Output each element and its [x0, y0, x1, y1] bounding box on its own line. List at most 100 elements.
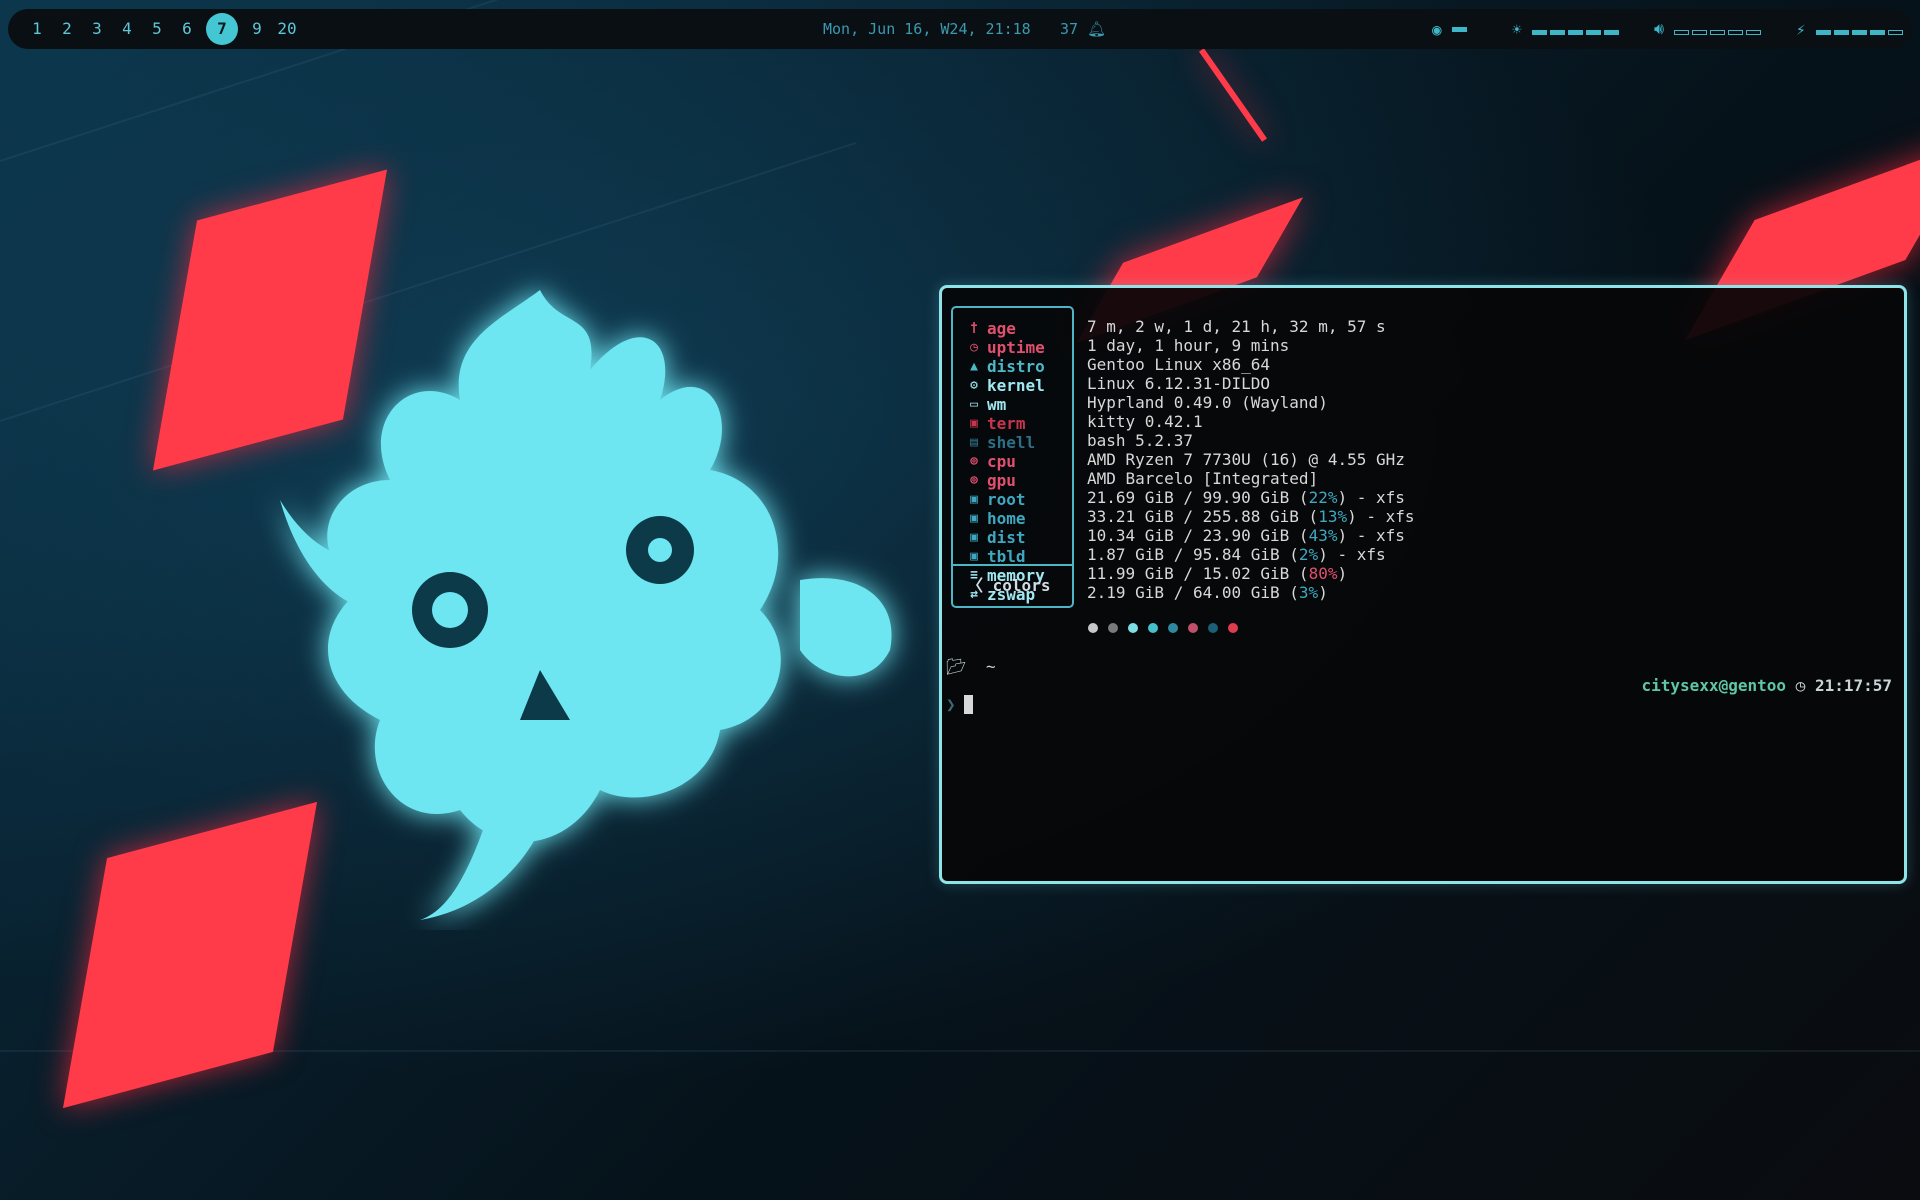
fetch-key-label: home: [987, 509, 1026, 528]
workspace-2[interactable]: 2: [52, 14, 82, 44]
fetch-key-list: † age ◷ uptime ▲ distro ⚙ kernel ▭ wm ▣ term ▤ shell ⊚…: [965, 319, 1045, 604]
samurai-skull-emblem: [280, 290, 892, 920]
palette-color-dot: [1168, 623, 1178, 633]
wallpaper-panel: [0, 1050, 1920, 1052]
color-palette: [1088, 623, 1248, 633]
shell-icon: ▤: [970, 435, 978, 450]
speaker-icon: 🔊︎: [1654, 19, 1665, 38]
palette-color-dot: [1108, 623, 1118, 633]
chip-icon: ⊚: [970, 454, 978, 469]
fetch-key-age: † age: [965, 319, 1045, 338]
brightness-segment: [1531, 29, 1547, 35]
brightness-control[interactable]: ☀︎: [1512, 9, 1622, 49]
fetch-key-dist: ▣ dist: [965, 528, 1045, 547]
fetch-value-shell: bash 5.2.37: [1087, 431, 1415, 450]
battery-segment: [1851, 29, 1867, 35]
fetch-value-uptime: 1 day, 1 hour, 9 mins: [1087, 336, 1415, 355]
fetch-key-wm: ▭ wm: [965, 395, 1045, 414]
fetch-value-list: 7 m, 2 w, 1 d, 21 h, 32 m, 57 s1 day, 1 …: [1087, 317, 1415, 602]
workspace-4[interactable]: 4: [112, 14, 142, 44]
notifications[interactable]: 37 🔔︎: [1060, 9, 1106, 49]
fetch-value-suffix: ): [1318, 583, 1328, 602]
workspace-3[interactable]: 3: [82, 14, 112, 44]
fetch-value-text: 1.87 GiB / 95.84 GiB (: [1087, 545, 1299, 564]
fetch-value-text: 2.19 GiB / 64.00 GiB (: [1087, 583, 1299, 602]
fetch-value-memory: 11.99 GiB / 15.02 GiB (80%): [1087, 564, 1415, 583]
fetch-value-suffix: ) - xfs: [1337, 488, 1405, 507]
fetch-value-term: kitty 0.42.1: [1087, 412, 1415, 431]
prompt-right-info: citysexx@gentoo ◷ 21:17:57: [1642, 676, 1892, 695]
brightness-segment: [1549, 29, 1565, 35]
palette-color-dot: [1148, 623, 1158, 633]
workspace-1[interactable]: 1: [22, 14, 52, 44]
kitty-terminal-window[interactable]: † age ◷ uptime ▲ distro ⚙ kernel ▭ wm ▣ term ▤ shell ⊚…: [939, 285, 1907, 884]
battery-bar: [1815, 20, 1906, 39]
fetch-key-label: root: [987, 490, 1026, 509]
fetch-value-distro: Gentoo Linux x86_64: [1087, 355, 1415, 374]
palette-color-dot: [1088, 623, 1098, 633]
battery-segment: [1833, 29, 1849, 35]
fetch-key-separator: [953, 564, 1072, 566]
battery-indicator[interactable]: ⚡︎: [1796, 9, 1906, 49]
workspace-5[interactable]: 5: [142, 14, 172, 44]
fetch-value-suffix: ): [1337, 564, 1348, 583]
fetch-key-label: shell: [987, 433, 1036, 452]
volume-segment: [1692, 29, 1708, 35]
fetch-key-root: ▣ root: [965, 490, 1045, 509]
fetch-value-gpu: AMD Barcelo [Integrated]: [1087, 469, 1415, 488]
usage-percent: 43%: [1308, 526, 1338, 545]
volume-segment: [1674, 29, 1690, 35]
clock[interactable]: Mon, Jun 16, W24, 21:18: [823, 9, 1031, 49]
folder-open-icon: 📂︎: [946, 657, 967, 676]
fetch-value-text: 7 m, 2 w, 1 d, 21 h, 32 m, 57 s: [1087, 317, 1386, 336]
visibility-indicator[interactable]: ◉: [1432, 9, 1470, 49]
palette-color-dot: [1128, 623, 1138, 633]
fetch-value-text: Gentoo Linux x86_64: [1087, 355, 1271, 374]
fetch-value-suffix: ) - xfs: [1337, 526, 1405, 545]
disk-icon: ▣: [970, 511, 978, 526]
volume-segment: [1746, 29, 1762, 35]
workspace-20[interactable]: 20: [272, 14, 302, 44]
fetch-value-dist: 10.34 GiB / 23.90 GiB (43%) - xfs: [1087, 526, 1415, 545]
workspace-6[interactable]: 6: [172, 14, 202, 44]
battery-segment: [1869, 29, 1885, 35]
fetch-key-distro: ▲ distro: [965, 357, 1045, 376]
person-icon: †: [970, 321, 978, 336]
fetch-value-kernel: Linux 6.12.31-DILDO: [1087, 374, 1415, 393]
fetch-key-label: age: [987, 319, 1016, 338]
fetch-value-suffix: ) - xfs: [1347, 507, 1415, 526]
volume-control[interactable]: 🔊︎: [1654, 9, 1764, 49]
fetch-key-kernel: ⚙ kernel: [965, 376, 1045, 395]
fetch-key-cpu: ⊚ cpu: [965, 452, 1045, 471]
fetch-value-root: 21.69 GiB / 99.90 GiB (22%) - xfs: [1087, 488, 1415, 507]
fetch-value-zswap: 2.19 GiB / 64.00 GiB (3%): [1087, 583, 1415, 602]
usage-percent: 3%: [1298, 583, 1319, 602]
palette-color-dot: [1228, 623, 1238, 633]
fetch-value-text: 1 day, 1 hour, 9 mins: [1087, 336, 1290, 355]
fetch-key-box: † age ◷ uptime ▲ distro ⚙ kernel ▭ wm ▣ term ▤ shell ⊚…: [951, 306, 1074, 608]
workspace-9[interactable]: 9: [242, 14, 272, 44]
usage-percent: 2%: [1298, 545, 1319, 564]
fetch-value-text: kitty 0.42.1: [1087, 412, 1203, 431]
bolt-icon: ⚡︎: [1796, 19, 1806, 39]
text-cursor: [963, 695, 973, 714]
eye-icon: ◉: [1432, 19, 1442, 39]
fetch-key-uptime: ◷ uptime: [965, 338, 1045, 357]
fetch-value-tbld: 1.87 GiB / 95.84 GiB (2%) - xfs: [1087, 545, 1415, 564]
sun-icon: ☀︎: [1512, 19, 1522, 39]
clock-icon: ◷: [1795, 676, 1806, 695]
volume-bar: [1674, 20, 1764, 39]
palette-color-dot: [1208, 623, 1218, 633]
battery-segment: [1815, 29, 1831, 35]
brightness-segment: [1603, 29, 1619, 35]
fetch-value-text: AMD Ryzen 7 7730U (16) @ 4.55 GHz: [1087, 450, 1405, 469]
brightness-segment: [1567, 29, 1583, 35]
workspace-7[interactable]: 7: [206, 13, 238, 45]
fetch-value-text: AMD Barcelo [Integrated]: [1087, 469, 1319, 488]
fetch-value-cpu: AMD Ryzen 7 7730U (16) @ 4.55 GHz: [1087, 450, 1415, 469]
current-directory: 📂︎ ~: [946, 657, 996, 676]
fetch-key-label: uptime: [987, 338, 1045, 357]
volume-segment: [1728, 29, 1744, 35]
command-prompt[interactable]: ❯: [946, 695, 973, 714]
monitor-icon: ▭: [970, 397, 978, 412]
